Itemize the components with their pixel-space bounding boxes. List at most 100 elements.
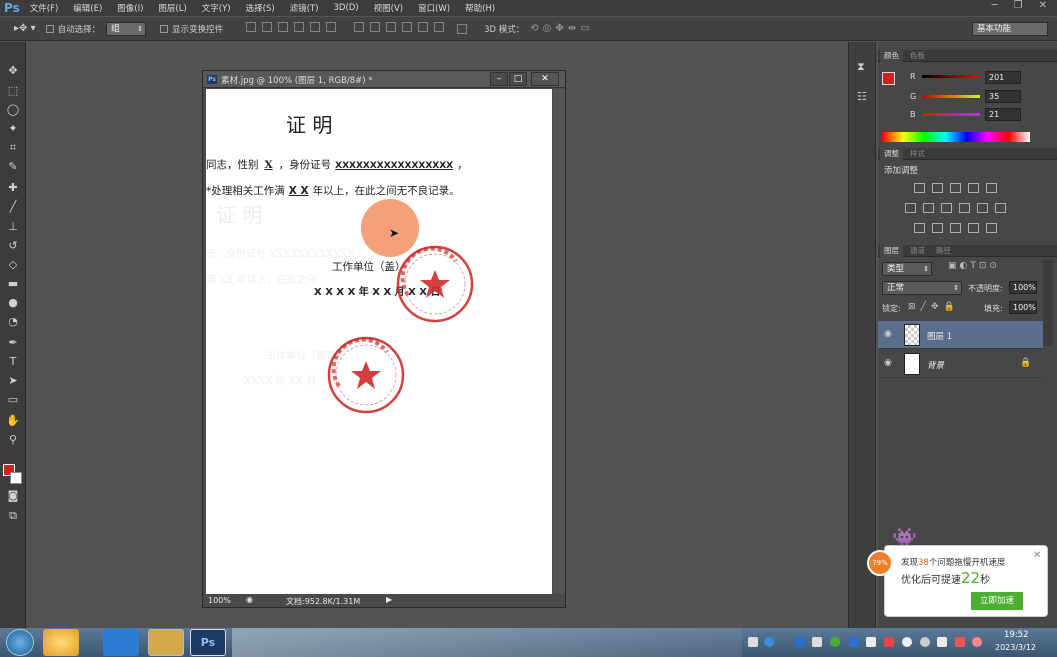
- fill-value[interactable]: 100%: [1009, 301, 1037, 314]
- distribute-left-icon[interactable]: [402, 22, 413, 32]
- layer-name[interactable]: 图层 1: [927, 330, 952, 342]
- distribute-top-icon[interactable]: [354, 22, 365, 32]
- color-balance-icon[interactable]: [923, 203, 934, 213]
- tray-app-icon[interactable]: [795, 637, 805, 647]
- canvas[interactable]: 证 明 志，身份证号 XXXXXXXXXXXX 满 XX 年以上，在此之间 工作…: [206, 89, 552, 594]
- r-slider[interactable]: [922, 75, 980, 78]
- gradient-map-icon[interactable]: [968, 223, 979, 233]
- b-slider[interactable]: [922, 113, 980, 116]
- history-brush-icon[interactable]: ↺: [5, 239, 21, 253]
- visibility-eye-icon[interactable]: ◉: [884, 358, 892, 368]
- posterize-icon[interactable]: [932, 223, 943, 233]
- layer-name[interactable]: 背景: [927, 359, 944, 371]
- threshold-icon[interactable]: [950, 223, 961, 233]
- invert-icon[interactable]: [914, 223, 925, 233]
- restore-icon[interactable]: ❐: [1014, 0, 1023, 11]
- auto-align-icon[interactable]: [457, 23, 468, 34]
- lasso-tool-icon[interactable]: ◯: [5, 103, 21, 117]
- tab-adjustments[interactable]: 调整: [880, 148, 903, 160]
- menu-3d[interactable]: 3D(D): [333, 3, 358, 13]
- hand-tool-icon[interactable]: ✋: [5, 414, 21, 428]
- color-fg-swatch[interactable]: [882, 72, 895, 85]
- blur-tool-icon[interactable]: ●: [5, 296, 21, 310]
- tray-app-icon[interactable]: [849, 637, 859, 647]
- menu-layer[interactable]: 图层(L): [158, 2, 186, 14]
- align-left-icon[interactable]: [294, 22, 305, 32]
- show-transform-checkbox[interactable]: [160, 24, 169, 33]
- auto-select-checkbox[interactable]: [45, 24, 54, 33]
- tray-app-icon[interactable]: [866, 637, 876, 647]
- g-slider[interactable]: [922, 95, 980, 98]
- tab-color[interactable]: 颜色: [880, 50, 903, 62]
- pen-tool-icon[interactable]: ✒: [5, 336, 21, 350]
- eyedropper-icon[interactable]: ✎: [5, 160, 21, 174]
- stamp-tool-icon[interactable]: ⊥: [5, 220, 21, 234]
- levels-icon[interactable]: [932, 183, 943, 193]
- layer-filter-icons[interactable]: ▣◐T⊡⊙: [948, 261, 1000, 271]
- b-value[interactable]: 21: [985, 108, 1021, 121]
- menu-help[interactable]: 帮助(H): [465, 2, 495, 14]
- opacity-value[interactable]: 100%: [1009, 281, 1037, 294]
- photo-filter-icon[interactable]: [959, 203, 970, 213]
- minimize-icon[interactable]: ─: [992, 0, 998, 11]
- gradient-tool-icon[interactable]: ▬: [5, 277, 21, 291]
- channel-mixer-icon[interactable]: [977, 203, 988, 213]
- brightness-icon[interactable]: [914, 183, 925, 193]
- tray-network-icon[interactable]: [937, 637, 947, 647]
- doc-maximize-icon[interactable]: □: [509, 72, 527, 86]
- g-value[interactable]: 35: [985, 90, 1021, 103]
- magic-wand-icon[interactable]: ✦: [5, 122, 21, 136]
- visibility-eye-icon[interactable]: ◉: [884, 329, 892, 339]
- start-button[interactable]: [6, 629, 34, 656]
- lock-icons[interactable]: ⊠╱✥🔒: [908, 302, 960, 312]
- clock-date[interactable]: 2023/3/12: [995, 643, 1036, 652]
- tab-layers[interactable]: 图层: [880, 245, 903, 257]
- notification-close-icon[interactable]: ✕: [1033, 550, 1041, 561]
- close-icon[interactable]: ✕: [1039, 0, 1047, 11]
- taskbar-photoshop-icon[interactable]: Ps: [190, 629, 226, 656]
- tray-app-icon[interactable]: [884, 637, 894, 647]
- workspace-dropdown[interactable]: 基本功能: [972, 22, 1048, 36]
- tray-help-icon[interactable]: [764, 637, 774, 647]
- move-tool-preset-icon[interactable]: ▸✥ ▾: [14, 23, 36, 34]
- hue-saturation-icon[interactable]: [905, 203, 916, 213]
- healing-brush-icon[interactable]: ✚: [5, 181, 21, 195]
- properties-panel-icon[interactable]: ☷: [857, 90, 867, 103]
- distribute-bottom-icon[interactable]: [386, 22, 397, 32]
- align-bottom-icon[interactable]: [278, 22, 289, 32]
- tab-swatches[interactable]: 色板: [906, 50, 929, 62]
- tray-flag-icon[interactable]: [955, 637, 965, 647]
- black-white-icon[interactable]: [941, 203, 952, 213]
- path-select-icon[interactable]: ➤: [5, 374, 21, 388]
- tab-styles[interactable]: 样式: [906, 148, 929, 160]
- document-title-bar[interactable]: Ps 素材.jpg @ 100% (图层 1, RGB/8#) * – □ ✕: [203, 71, 565, 88]
- align-hcenter-icon[interactable]: [310, 22, 321, 32]
- background-color-swatch[interactable]: [10, 472, 22, 484]
- curves-icon[interactable]: [950, 183, 961, 193]
- menu-window[interactable]: 窗口(W): [418, 2, 450, 14]
- distribute-vcenter-icon[interactable]: [370, 22, 381, 32]
- vibrance-icon[interactable]: [986, 183, 997, 193]
- blend-mode-dropdown[interactable]: 正常: [882, 281, 962, 295]
- tray-app-icon[interactable]: [830, 637, 840, 647]
- taskbar-app-icon[interactable]: [43, 629, 79, 656]
- distribute-hcenter-icon[interactable]: [418, 22, 429, 32]
- zoom-tool-icon[interactable]: ⚲: [5, 433, 21, 447]
- taskbar-app-icon[interactable]: [103, 629, 139, 656]
- layer-row[interactable]: ◉ 背景 🔒: [878, 350, 1043, 378]
- shape-tool-icon[interactable]: ▭: [5, 393, 21, 407]
- r-value[interactable]: 201: [985, 71, 1021, 84]
- tab-channels[interactable]: 通道: [906, 245, 929, 257]
- status-menu-icon[interactable]: ◉: [246, 595, 253, 604]
- layer-filter-kind[interactable]: 类型: [882, 262, 932, 276]
- crop-tool-icon[interactable]: ⌗: [5, 141, 21, 155]
- menu-select[interactable]: 选择(S): [246, 2, 275, 14]
- clock-time[interactable]: 19:52: [1004, 630, 1029, 640]
- align-vcenter-icon[interactable]: [262, 22, 273, 32]
- vertical-scrollbar[interactable]: [553, 89, 565, 594]
- quick-mask-icon[interactable]: ◙: [5, 489, 21, 503]
- speed-up-button[interactable]: 立即加速: [971, 592, 1023, 610]
- dodge-tool-icon[interactable]: ◔: [5, 315, 21, 329]
- doc-close-icon[interactable]: ✕: [531, 72, 559, 86]
- marquee-tool-icon[interactable]: ⬚: [5, 84, 21, 98]
